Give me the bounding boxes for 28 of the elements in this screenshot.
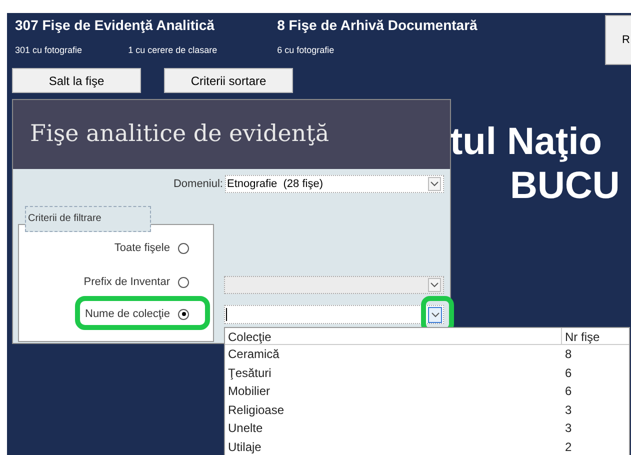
- chevron-down-icon: [430, 181, 439, 187]
- dialog-title: Fişe analitice de evidenţă: [30, 120, 330, 150]
- nav-button[interactable]: Salt la fişe: [12, 68, 141, 93]
- domain-select[interactable]: Etnografie (28 fişe): [225, 175, 444, 193]
- stat-label: 301 cu fotografie: [15, 44, 82, 57]
- chevron-down-icon: [430, 312, 440, 318]
- section-title: 307 Fişe de Evidenţă Analitică: [15, 16, 216, 34]
- banner-title: tul Naţio: [450, 120, 602, 165]
- dropdown-option[interactable]: Utilaje 2: [225, 438, 629, 455]
- stat-label: 1 cu cerere de clasare: [128, 44, 218, 57]
- dropdown-option[interactable]: Ceramică 8: [225, 345, 629, 364]
- group-legend: Criterii de filtrare: [25, 206, 151, 232]
- column-header: Nr fişe: [564, 329, 600, 344]
- section-title: 8 Fişe de Arhivă Documentară: [277, 16, 478, 34]
- dropdown-option[interactable]: Unelte 3: [225, 419, 629, 438]
- radio-label: Prefix de Inventar: [84, 275, 170, 290]
- stat-label: 6 cu fotografie: [277, 44, 334, 57]
- dropdown-option[interactable]: Ţesături 6: [225, 364, 629, 382]
- dropdown-option[interactable]: Mobilier 6: [225, 382, 629, 400]
- field-label: Domeniul:: [173, 176, 223, 192]
- chevron-down-icon: [430, 282, 439, 288]
- banner-title: BUCU: [509, 166, 620, 206]
- nav-button[interactable]: Criterii sortare: [164, 68, 293, 93]
- corner-button[interactable]: R: [605, 15, 631, 65]
- radio-label: Toate fişele: [114, 241, 170, 256]
- column-header: Colecţie: [225, 328, 562, 344]
- radio-label: Nume de colecţie: [85, 307, 170, 322]
- dropdown-option[interactable]: Religioase 3: [225, 400, 629, 419]
